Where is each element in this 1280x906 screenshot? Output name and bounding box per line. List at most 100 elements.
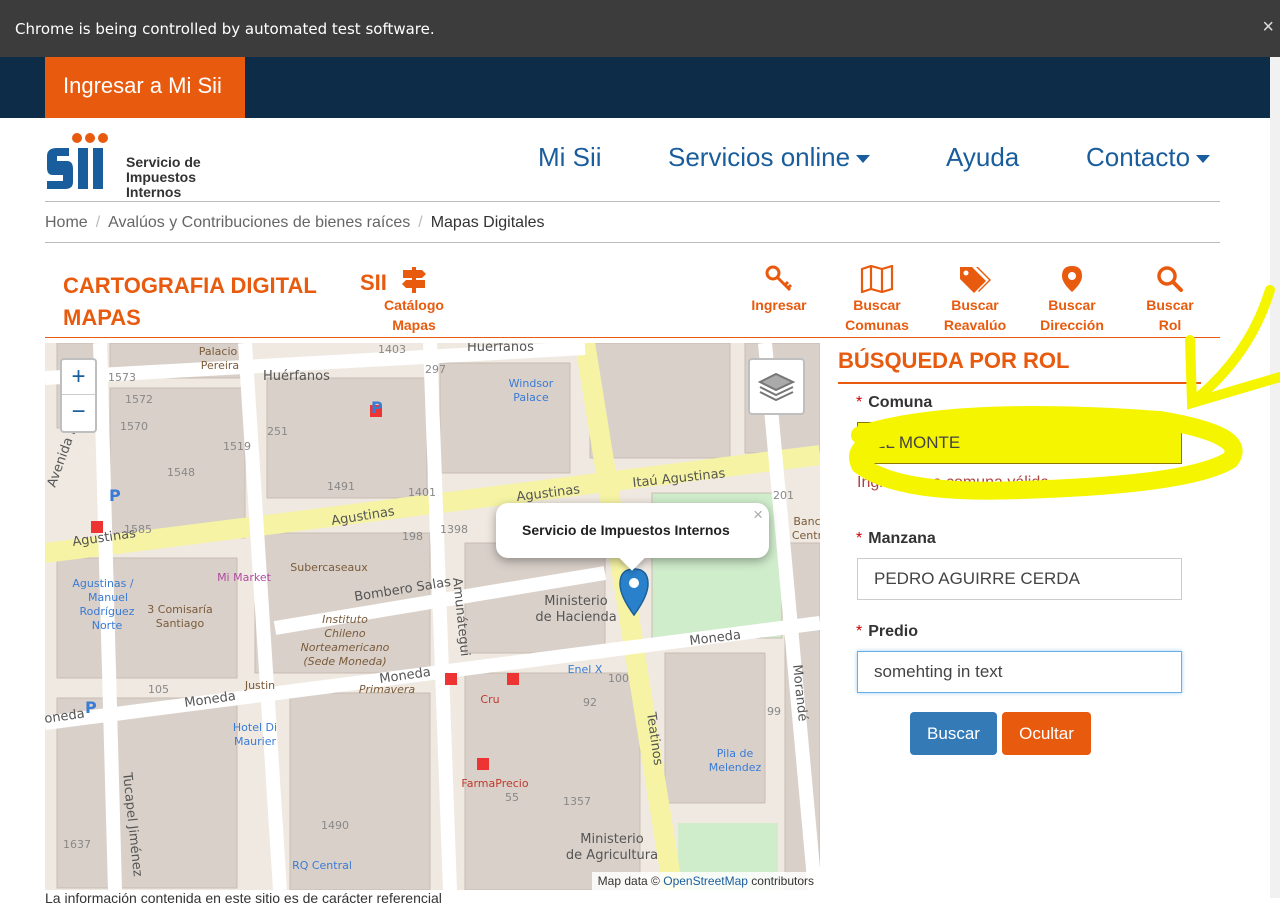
map-label: 3 Comisaría <box>147 603 212 616</box>
key-icon <box>765 265 793 292</box>
manzana-input[interactable]: PEDRO AGUIRRE CERDA <box>857 558 1182 600</box>
nav-servicios-label: Servicios online <box>668 142 851 172</box>
map-label: 297 <box>425 363 446 376</box>
logo-text: Servicio de Impuestos Internos <box>126 155 201 200</box>
map-label: 99 <box>767 705 781 718</box>
page-title: CARTOGRAFIA DIGITAL MAPAS <box>63 270 317 334</box>
predio-label-text: Predio <box>868 623 919 640</box>
map-label: Rodríguez <box>80 605 135 618</box>
map-label: Hotel Di <box>233 721 277 734</box>
map-tiles: Huérfanos Huérfanos Agustinas Agustinas … <box>45 343 820 890</box>
map-label: 251 <box>267 425 288 438</box>
catalogo-mapas-button[interactable]: Catálogo Mapas <box>374 265 454 335</box>
map-label: Santiago <box>156 617 205 630</box>
zoom-out-button[interactable]: − <box>62 395 95 430</box>
map-label: Norte <box>92 619 123 632</box>
map-label: 1570 <box>120 420 148 433</box>
footer-text: La información contenida en este sitio e… <box>45 890 442 906</box>
map-viewport[interactable]: Huérfanos Huérfanos Agustinas Agustinas … <box>45 343 820 890</box>
map-label: Ministerio <box>544 594 608 609</box>
map-label: 92 <box>583 696 597 709</box>
map-popup: Servicio de Impuestos Internos × <box>496 503 769 571</box>
signpost-icon <box>402 267 426 293</box>
required-mark: * <box>856 530 863 547</box>
map-label: Norteamericano <box>301 641 390 654</box>
openstreetmap-link[interactable]: OpenStreetMap <box>663 874 748 888</box>
map-label: Justin <box>244 679 275 692</box>
breadcrumb-avaluos[interactable]: Avalúos y Contribuciones de bienes raíce… <box>108 214 410 231</box>
login-mi-sii-button[interactable]: Ingresar a Mi Sii <box>45 57 245 118</box>
site-header: Servicio de Impuestos Internos Mi Sii Se… <box>45 118 1220 202</box>
map-label: 1357 <box>563 795 591 808</box>
infobar-message: Chrome is being controlled by automated … <box>15 20 435 38</box>
tool-label: Catálogo <box>384 297 444 313</box>
map-label: 105 <box>148 683 169 696</box>
map-label: Maurier <box>234 735 277 748</box>
ingresar-button[interactable]: Ingresar <box>739 265 819 315</box>
popup-close-icon[interactable]: × <box>753 505 763 525</box>
hospital-icon <box>91 521 103 533</box>
map-label: Cru <box>480 693 499 706</box>
logo-line: Internos <box>126 184 182 200</box>
map-label: FarmaPrecio <box>461 777 528 790</box>
map-label: Agustinas / <box>72 577 134 590</box>
hospital-icon <box>507 673 519 685</box>
map-label: Banc <box>793 515 820 528</box>
map-pin-icon[interactable] <box>619 568 649 616</box>
hospital-icon <box>477 758 489 770</box>
layers-control[interactable] <box>748 358 805 415</box>
chevron-down-icon <box>856 155 871 164</box>
map-attribution: Map data © OpenStreetMap contributors <box>591 872 820 890</box>
map-label: 1585 <box>124 523 152 536</box>
layers-icon <box>757 372 796 402</box>
map-label: de Hacienda <box>535 610 616 625</box>
parking-icon: P <box>109 486 121 505</box>
map-label: Enel X <box>568 663 603 676</box>
logo-line: Servicio de <box>126 154 201 170</box>
map-label: Melendez <box>709 761 762 774</box>
map-label: Huérfanos <box>467 343 534 355</box>
nav-servicios-online[interactable]: Servicios online <box>668 142 871 173</box>
parking-icon: P <box>371 398 383 417</box>
map-label: 1398 <box>440 523 468 536</box>
breadcrumb: Home / Avalúos y Contribuciones de bienes … <box>45 202 1220 243</box>
ocultar-button[interactable]: Ocultar <box>1002 712 1091 755</box>
predio-input[interactable]: somehting in text <box>857 651 1182 693</box>
zoom-control: + − <box>60 358 97 433</box>
required-mark: * <box>856 623 863 640</box>
nav-mi-sii[interactable]: Mi Sii <box>538 142 602 173</box>
breadcrumb-home[interactable]: Home <box>45 214 88 231</box>
parking-icon: P <box>85 698 97 717</box>
map-label: Centr <box>792 529 820 542</box>
highlight-annotation <box>849 285 1280 500</box>
sii-logo[interactable]: Servicio de Impuestos Internos <box>45 130 215 200</box>
map-label: 1403 <box>378 343 406 356</box>
map-label: Pila de <box>717 747 754 760</box>
map-label: 1519 <box>223 440 251 453</box>
map-label: Palacio <box>199 345 238 358</box>
nav-ayuda[interactable]: Ayuda <box>946 142 1019 173</box>
hospital-icon <box>445 673 457 685</box>
page-title-line: MAPAS <box>63 305 141 330</box>
map-label: 55 <box>505 791 519 804</box>
zoom-in-button[interactable]: + <box>62 360 95 395</box>
infobar-close-icon[interactable]: × <box>1262 16 1274 39</box>
map-label: Palace <box>513 391 549 404</box>
tool-label: Mapas <box>392 317 436 333</box>
map-label: 1572 <box>125 393 153 406</box>
map-label: 1637 <box>63 838 91 851</box>
manzana-label-text: Manzana <box>868 530 936 547</box>
map-label: RQ Central <box>292 859 352 872</box>
map-label: Manuel <box>88 591 128 604</box>
popup-text: Servicio de Impuestos Internos <box>522 522 730 538</box>
breadcrumb-separator: / <box>95 214 101 231</box>
map-label: Ministerio <box>580 832 644 847</box>
chevron-down-icon <box>1196 155 1211 164</box>
map-label: Subercaseaux <box>290 561 368 574</box>
nav-contacto[interactable]: Contacto <box>1086 142 1211 173</box>
buscar-button[interactable]: Buscar <box>910 712 997 755</box>
map-label: de Agricultura <box>566 848 658 863</box>
sii-logo-icon <box>47 133 108 189</box>
automation-infobar: Chrome is being controlled by automated … <box>0 0 1280 57</box>
manzana-label: * Manzana <box>856 530 936 548</box>
